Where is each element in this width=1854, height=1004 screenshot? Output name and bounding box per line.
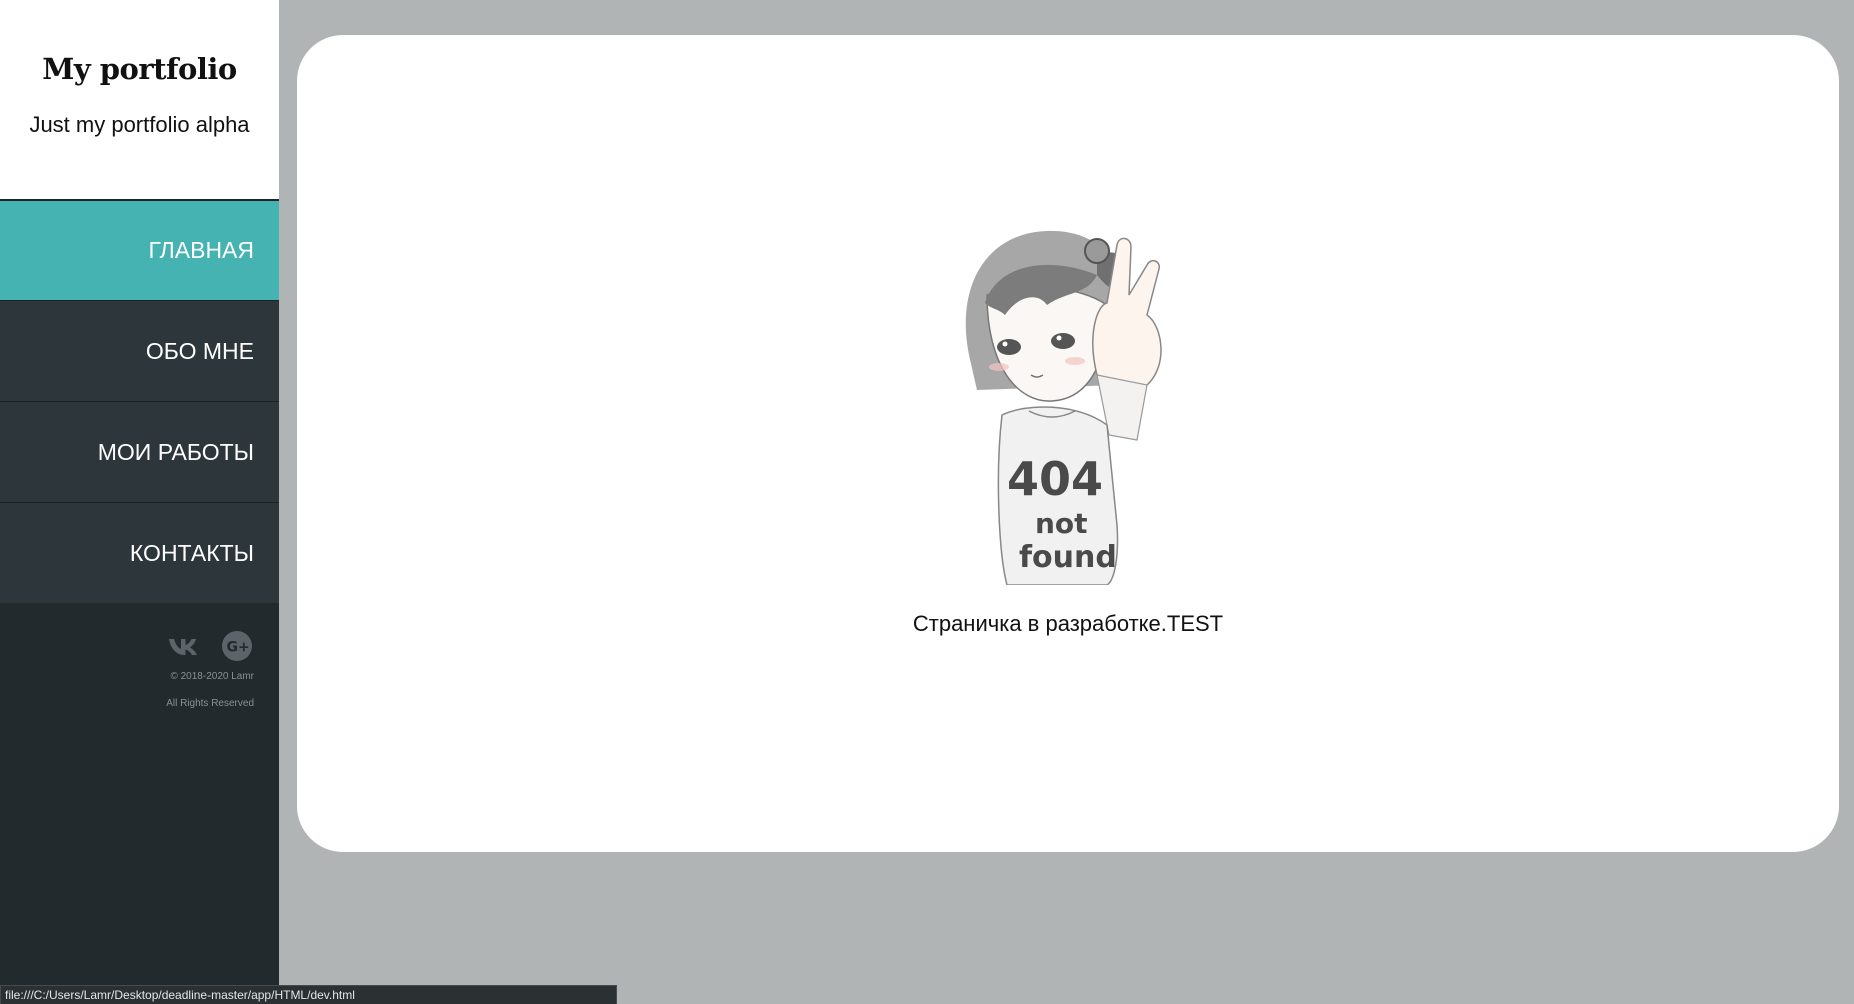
site-subtitle: Just my portfolio alpha bbox=[29, 112, 250, 137]
copyright-text: © 2018-2020 Lamr bbox=[170, 671, 254, 682]
brand-header: My portfolio Just my portfolio alpha bbox=[0, 0, 279, 199]
browser-status-bar: file:///C:/Users/Lamr/Desktop/deadline-m… bbox=[0, 985, 617, 1004]
content-card: 404 not found Страничка в разработке.TES… bbox=[297, 35, 1839, 852]
sidebar: My portfolio Just my portfolio alpha ГЛА… bbox=[0, 0, 279, 1004]
404-girl-illustration: 404 not found bbox=[965, 230, 1162, 585]
shirt-text-404: 404 bbox=[1007, 452, 1103, 506]
svg-text:G+: G+ bbox=[227, 640, 250, 656]
nav-item-home[interactable]: ГЛАВНАЯ bbox=[0, 199, 279, 300]
site-title[interactable]: My portfolio bbox=[0, 52, 279, 86]
shirt-text-found: found bbox=[1019, 540, 1117, 575]
social-links: G+ bbox=[0, 603, 279, 663]
google-plus-icon[interactable]: G+ bbox=[220, 629, 254, 663]
nav-item-works[interactable]: МОИ РАБОТЫ bbox=[0, 401, 279, 502]
nav-item-contacts[interactable]: КОНТАКТЫ bbox=[0, 502, 279, 603]
nav-item-about[interactable]: ОБО МНЕ bbox=[0, 300, 279, 401]
page-caption: Страничка в разработке.TEST bbox=[912, 611, 1224, 636]
main-nav: ГЛАВНАЯ ОБО МНЕ МОИ РАБОТЫ КОНТАКТЫ bbox=[0, 199, 279, 603]
rights-text: All Rights Reserved bbox=[166, 698, 254, 709]
vk-icon[interactable] bbox=[166, 629, 200, 663]
shirt-text-not: not bbox=[1035, 507, 1088, 540]
